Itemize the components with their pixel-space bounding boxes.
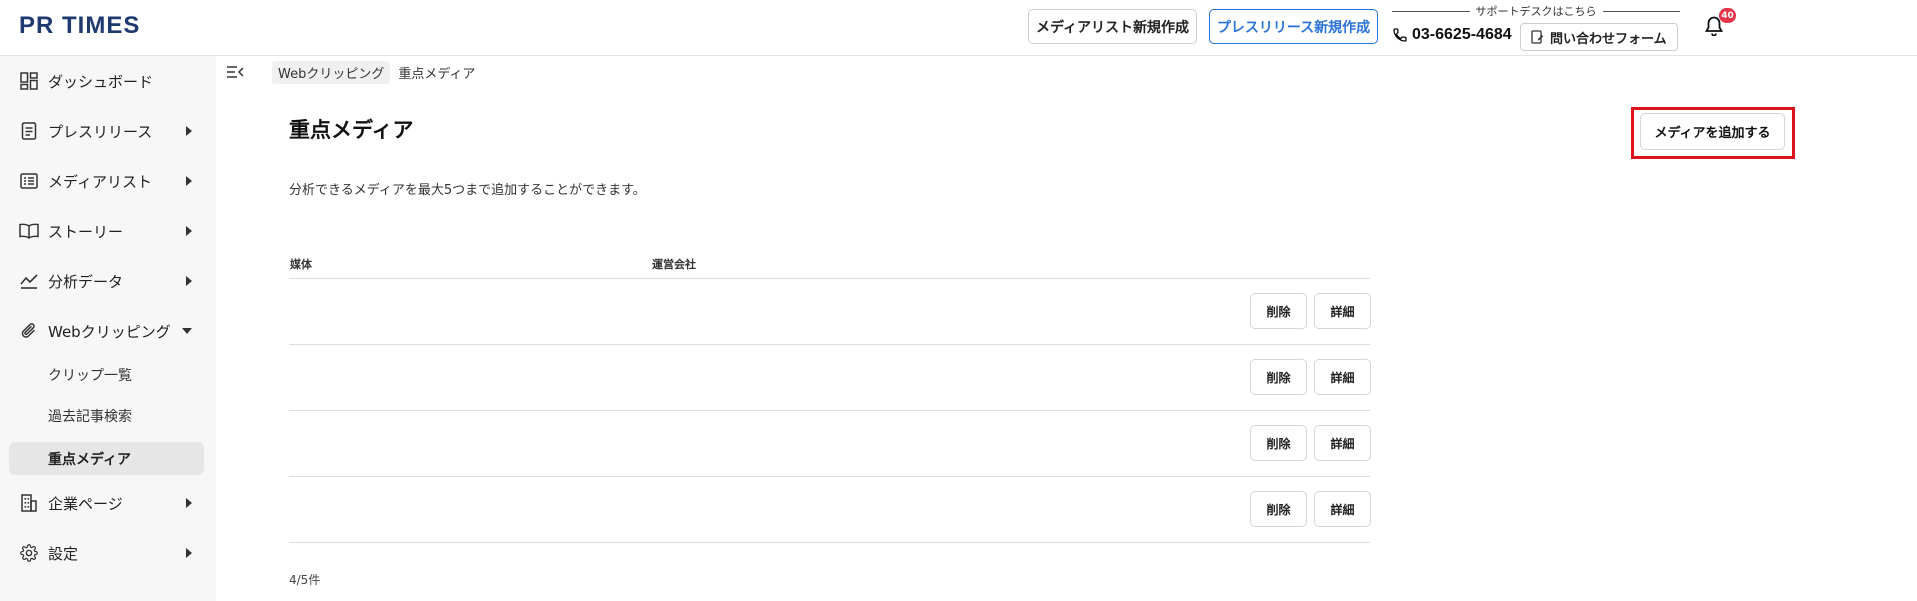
sidebar-subitem-label: クリップ一覧: [48, 367, 132, 384]
sidebar-item-label: メディアリスト: [48, 172, 152, 191]
table-row: 削除 詳細: [289, 279, 1371, 345]
notification-bell[interactable]: 40: [1705, 8, 1736, 41]
new-media-list-button[interactable]: メディアリスト新規作成: [1028, 9, 1197, 44]
detail-button[interactable]: 詳細: [1314, 293, 1371, 329]
document-icon: [19, 121, 39, 141]
contact-form-label: 問い合わせフォーム: [1550, 31, 1667, 47]
book-icon: [19, 221, 39, 241]
paperclip-icon: [19, 321, 39, 341]
sidebar-item-label: 分析データ: [48, 272, 124, 291]
new-press-release-button[interactable]: プレスリリース新規作成: [1209, 9, 1378, 44]
gear-icon: [19, 543, 39, 563]
sidebar-subitem-label: 過去記事検索: [48, 408, 132, 425]
list-icon: [19, 171, 39, 191]
caret-right-icon: [186, 226, 192, 236]
column-header-media: 媒体: [290, 258, 312, 271]
sidebar-item-story[interactable]: ストーリー: [9, 214, 204, 248]
page-description: 分析できるメディアを最大5つまで追加することができます。: [289, 183, 646, 198]
breadcrumb-current: 重点メディア: [398, 66, 476, 82]
support-caption: サポートデスクはこちら: [1392, 3, 1680, 19]
sidebar-subitem-clip-list[interactable]: クリップ一覧: [9, 358, 204, 391]
notification-badge: 40: [1719, 8, 1736, 23]
delete-button[interactable]: 削除: [1250, 425, 1307, 461]
sidebar-subitem-priority-media[interactable]: 重点メディア: [9, 442, 204, 475]
support-phone: 03-6625-4684: [1392, 26, 1512, 44]
sidebar-item-company-page[interactable]: 企業ページ: [9, 486, 204, 520]
chart-icon: [19, 271, 39, 291]
dashboard-icon: [19, 71, 39, 91]
table-row: 削除 詳細: [289, 477, 1371, 543]
priority-media-table: 媒体 運営会社 削除 詳細 削除 詳細 削除 詳細 削除 詳細: [289, 250, 1371, 543]
add-media-button[interactable]: メディアを追加する: [1640, 113, 1785, 150]
sidebar-item-label: プレスリリース: [48, 122, 153, 141]
caret-right-icon: [186, 276, 192, 286]
sidebar-item-label: 設定: [48, 544, 79, 563]
phone-icon: [1393, 28, 1407, 42]
sidebar-item-label: ダッシュボード: [48, 72, 154, 91]
form-icon: [1531, 30, 1544, 44]
sidebar-item-press-release[interactable]: プレスリリース: [9, 114, 204, 148]
table-row: 削除 詳細: [289, 345, 1371, 411]
caret-right-icon: [186, 126, 192, 136]
caret-down-icon: [182, 328, 192, 334]
detail-button[interactable]: 詳細: [1314, 359, 1371, 395]
sidebar-toggle-icon[interactable]: [226, 64, 244, 80]
delete-button[interactable]: 削除: [1250, 359, 1307, 395]
column-header-company: 運営会社: [652, 258, 696, 271]
caret-right-icon: [186, 176, 192, 186]
breadcrumb-web-clipping[interactable]: Webクリッピング: [272, 60, 391, 84]
sidebar-item-analytics[interactable]: 分析データ: [9, 264, 204, 298]
sidebar-item-label: ストーリー: [48, 222, 124, 241]
caret-right-icon: [186, 548, 192, 558]
caret-right-icon: [186, 498, 192, 508]
delete-button[interactable]: 削除: [1250, 491, 1307, 527]
item-count: 4/5件: [289, 573, 321, 587]
sidebar-item-label: Webクリッピング: [48, 322, 171, 341]
sidebar-item-web-clipping[interactable]: Webクリッピング: [9, 314, 204, 348]
contact-form-button[interactable]: 問い合わせフォーム: [1520, 23, 1678, 51]
delete-button[interactable]: 削除: [1250, 293, 1307, 329]
table-header: 媒体 運営会社: [289, 250, 1370, 279]
breadcrumb: Webクリッピング 重点メディア: [272, 60, 476, 84]
detail-button[interactable]: 詳細: [1314, 425, 1371, 461]
table-row: 削除 詳細: [289, 411, 1371, 477]
page-title: 重点メディア: [289, 118, 414, 142]
detail-button[interactable]: 詳細: [1314, 491, 1371, 527]
sidebar-subitem-label: 重点メディア: [48, 451, 132, 468]
sidebar-item-media-list[interactable]: メディアリスト: [9, 164, 204, 198]
sidebar: ダッシュボード プレスリリース メディアリスト ストーリー 分析データ Webク…: [0, 56, 216, 601]
sidebar-item-settings[interactable]: 設定: [9, 536, 204, 570]
pr-times-logo[interactable]: PR TIMES: [19, 12, 140, 40]
top-header: PR TIMES メディアリスト新規作成 プレスリリース新規作成 サポートデスク…: [0, 0, 1917, 56]
building-icon: [19, 493, 39, 513]
sidebar-item-label: 企業ページ: [48, 494, 123, 513]
sidebar-item-dashboard[interactable]: ダッシュボード: [9, 64, 204, 98]
phone-number: 03-6625-4684: [1412, 26, 1512, 43]
support-desk: サポートデスクはこちら 03-6625-4684 問い合わせフォーム: [1392, 2, 1680, 52]
sidebar-subitem-past-article-search[interactable]: 過去記事検索: [9, 399, 204, 432]
